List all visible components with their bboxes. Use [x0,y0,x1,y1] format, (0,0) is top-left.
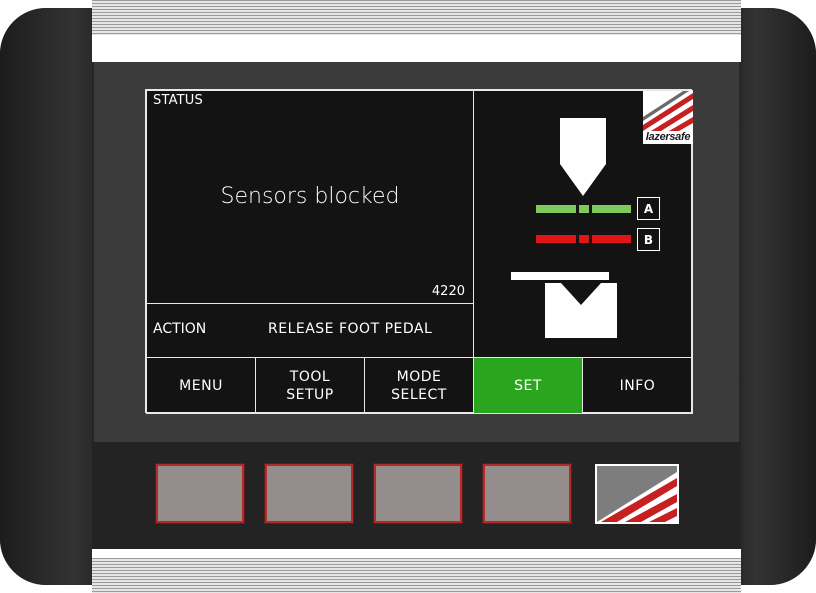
housing-right-grip [741,8,816,585]
action-value: RELEASE FOOT PEDAL [268,321,433,337]
menu-button[interactable]: MENU [146,357,256,414]
tool-setup-button[interactable]: TOOL SETUP [255,357,365,414]
status-label: STATUS [153,93,203,108]
beam-b-indicator [536,235,631,243]
bottom-band [92,549,741,558]
punch-tool-icon [560,118,606,196]
hardware-button-2[interactable] [264,463,354,524]
status-code: 4220 [431,284,465,299]
hardware-button-4[interactable] [482,463,572,524]
die-top-bar [511,272,609,280]
set-button[interactable]: SET [473,357,583,414]
hardware-button-1[interactable] [155,463,245,524]
info-button[interactable]: INFO [582,357,693,414]
housing-left-grip [0,8,92,585]
top-rail [92,0,741,35]
status-message: Sensors blocked [220,184,400,209]
lazersafe-badge-icon [595,464,679,524]
beam-a-indicator [536,205,631,213]
lazersafe-logo: lazersafe [643,91,693,144]
sensor-diagram-panel: lazersafe A B [473,90,693,358]
beam-a-label: A [637,197,660,220]
hardware-button-3[interactable] [373,463,463,524]
top-band [92,35,741,62]
v-die-icon [545,283,617,338]
display-screen: STATUS Sensors blocked 4220 lazersafe A … [145,89,693,414]
logo-text: lazersafe [645,131,691,143]
status-panel: STATUS Sensors blocked 4220 [146,90,474,304]
beam-b-label: B [637,228,660,251]
mode-select-button[interactable]: MODE SELECT [364,357,474,414]
action-label: ACTION [153,321,207,337]
logo-stripes-icon [643,91,693,131]
bottom-rail [92,558,741,593]
action-panel: ACTION RELEASE FOOT PEDAL [146,303,474,358]
